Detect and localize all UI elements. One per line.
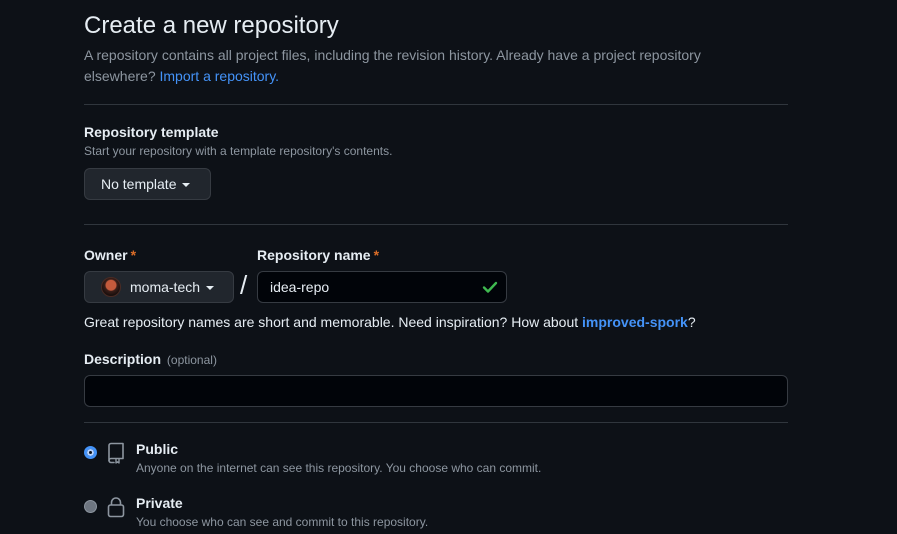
caret-down-icon [182, 182, 191, 187]
required-mark: * [373, 247, 380, 263]
owner-label: Owner * [84, 247, 136, 263]
description-label-text: Description [84, 351, 162, 367]
private-description: You choose who can see and commit to thi… [136, 515, 429, 529]
owner-repo-separator: / [240, 270, 248, 300]
description-input[interactable] [84, 375, 788, 407]
repo-name-label-text: Repository name [257, 247, 371, 263]
name-suggestion-link[interactable]: improved-spork [582, 314, 688, 330]
import-repository-link[interactable]: Import a repository. [160, 68, 280, 84]
page-subtitle: A repository contains all project files,… [84, 45, 774, 87]
owner-label-text: Owner [84, 247, 128, 263]
check-icon [482, 281, 498, 293]
template-dropdown-button[interactable]: No template [84, 168, 211, 200]
private-title: Private [136, 495, 183, 511]
repo-name-label: Repository name * [257, 247, 379, 263]
caret-down-icon [206, 285, 215, 290]
repo-name-hint: Great repository names are short and mem… [84, 314, 696, 330]
owner-value: moma-tech [130, 279, 201, 295]
repository-name-input[interactable] [257, 271, 507, 303]
required-mark: * [130, 247, 137, 263]
divider [84, 422, 788, 423]
owner-avatar [101, 277, 121, 297]
page-title: Create a new repository [84, 12, 339, 39]
owner-dropdown-button[interactable]: moma-tech [84, 271, 234, 303]
public-title: Public [136, 441, 179, 457]
private-radio[interactable] [84, 500, 97, 513]
repo-icon [108, 442, 124, 464]
public-radio[interactable] [84, 446, 97, 459]
optional-note: (optional) [166, 353, 217, 367]
template-note: Start your repository with a template re… [84, 144, 393, 158]
divider [84, 224, 788, 225]
template-button-label: No template [101, 176, 177, 192]
hint-text: Great repository names are short and mem… [84, 314, 579, 330]
public-description: Anyone on the internet can see this repo… [136, 461, 542, 475]
new-repository-page: Create a new repository A repository con… [0, 0, 897, 534]
template-label: Repository template [84, 124, 219, 140]
hint-suffix: ? [687, 314, 696, 330]
lock-icon [107, 497, 125, 518]
description-label: Description (optional) [84, 351, 217, 367]
divider [84, 104, 788, 105]
